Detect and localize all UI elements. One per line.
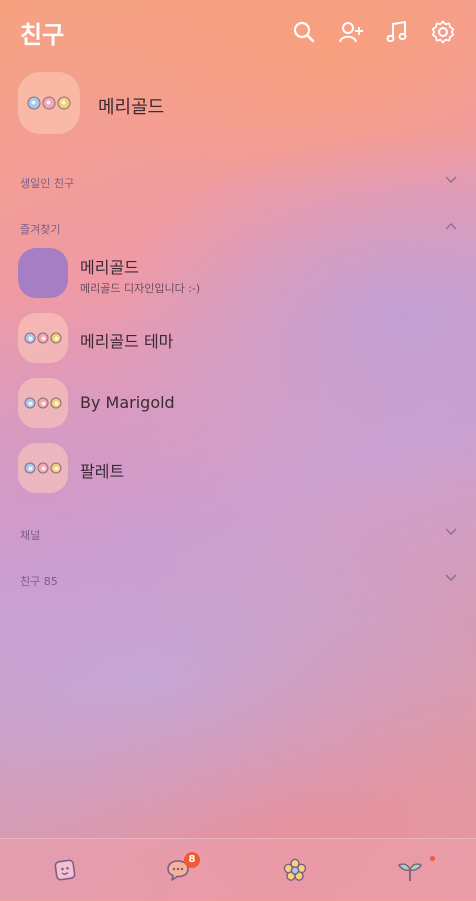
friend-status-message: 메리골드 디자인입니다 :-) bbox=[80, 282, 201, 295]
top-header: 친구 bbox=[0, 0, 476, 66]
section-friends-label: 친구 85 bbox=[20, 575, 58, 588]
section-favorites-label: 즐겨찾기 bbox=[20, 223, 61, 236]
list-item[interactable]: By Marigold bbox=[18, 378, 458, 432]
music-icon[interactable] bbox=[384, 19, 410, 45]
friend-name: 팔레트 bbox=[80, 462, 125, 481]
pink-face-icon bbox=[37, 462, 49, 474]
my-profile-avatar[interactable] bbox=[18, 72, 80, 134]
pink-face-icon bbox=[37, 332, 49, 344]
list-item[interactable]: 메리골드 메리골드 디자인입니다 :-) bbox=[18, 248, 458, 302]
blue-face-icon bbox=[24, 462, 36, 474]
purple-avatar[interactable] bbox=[18, 248, 68, 298]
search-icon[interactable] bbox=[291, 19, 317, 45]
friends-tab-icon[interactable] bbox=[50, 855, 80, 885]
my-profile-name: 메리골드 bbox=[98, 97, 165, 118]
friend-avatar[interactable] bbox=[18, 313, 68, 363]
emoji-faces bbox=[24, 332, 62, 344]
emoji-faces bbox=[24, 397, 62, 409]
yellow-face-icon bbox=[50, 462, 62, 474]
friend-avatar[interactable] bbox=[18, 443, 68, 493]
view-tab-icon[interactable] bbox=[280, 855, 310, 885]
blue-face-icon bbox=[24, 397, 36, 409]
page-title: 친구 bbox=[20, 21, 65, 49]
chat-unread-badge: 8 bbox=[184, 852, 200, 868]
yellow-face-icon bbox=[57, 96, 71, 110]
yellow-face-icon bbox=[50, 332, 62, 344]
section-channel[interactable]: 채널 bbox=[20, 524, 460, 544]
new-notification-dot bbox=[430, 856, 435, 861]
section-birthday[interactable]: 생일인 친구 bbox=[20, 172, 460, 192]
pink-face-icon bbox=[37, 397, 49, 409]
list-item[interactable]: 팔레트 bbox=[18, 443, 458, 497]
emoji-faces bbox=[27, 96, 71, 110]
section-favorites[interactable]: 즐겨찾기 bbox=[20, 218, 460, 238]
bottom-tab-bar bbox=[0, 838, 476, 901]
section-channel-label: 채널 bbox=[20, 529, 41, 542]
gear-icon[interactable] bbox=[430, 19, 456, 45]
friend-name: 메리골드 테마 bbox=[80, 332, 174, 351]
blue-face-icon bbox=[27, 96, 41, 110]
chevron-down-icon[interactable] bbox=[444, 173, 458, 187]
friend-name: By Marigold bbox=[80, 393, 175, 412]
section-birthday-label: 생일인 친구 bbox=[20, 177, 75, 190]
my-profile-row[interactable]: 메리골드 bbox=[18, 72, 458, 138]
chevron-down-icon[interactable] bbox=[444, 571, 458, 585]
emoji-faces bbox=[24, 462, 62, 474]
pink-face-icon bbox=[42, 96, 56, 110]
chevron-up-icon[interactable] bbox=[444, 219, 458, 233]
list-item[interactable]: 메리골드 테마 bbox=[18, 313, 458, 367]
section-friends[interactable]: 친구 85 bbox=[20, 570, 460, 590]
more-tab-icon[interactable] bbox=[395, 855, 425, 885]
add-friend-icon[interactable] bbox=[338, 19, 364, 45]
chevron-down-icon[interactable] bbox=[444, 525, 458, 539]
friend-avatar[interactable] bbox=[18, 378, 68, 428]
friend-name: 메리골드 bbox=[80, 258, 139, 277]
yellow-face-icon bbox=[50, 397, 62, 409]
blue-face-icon bbox=[24, 332, 36, 344]
